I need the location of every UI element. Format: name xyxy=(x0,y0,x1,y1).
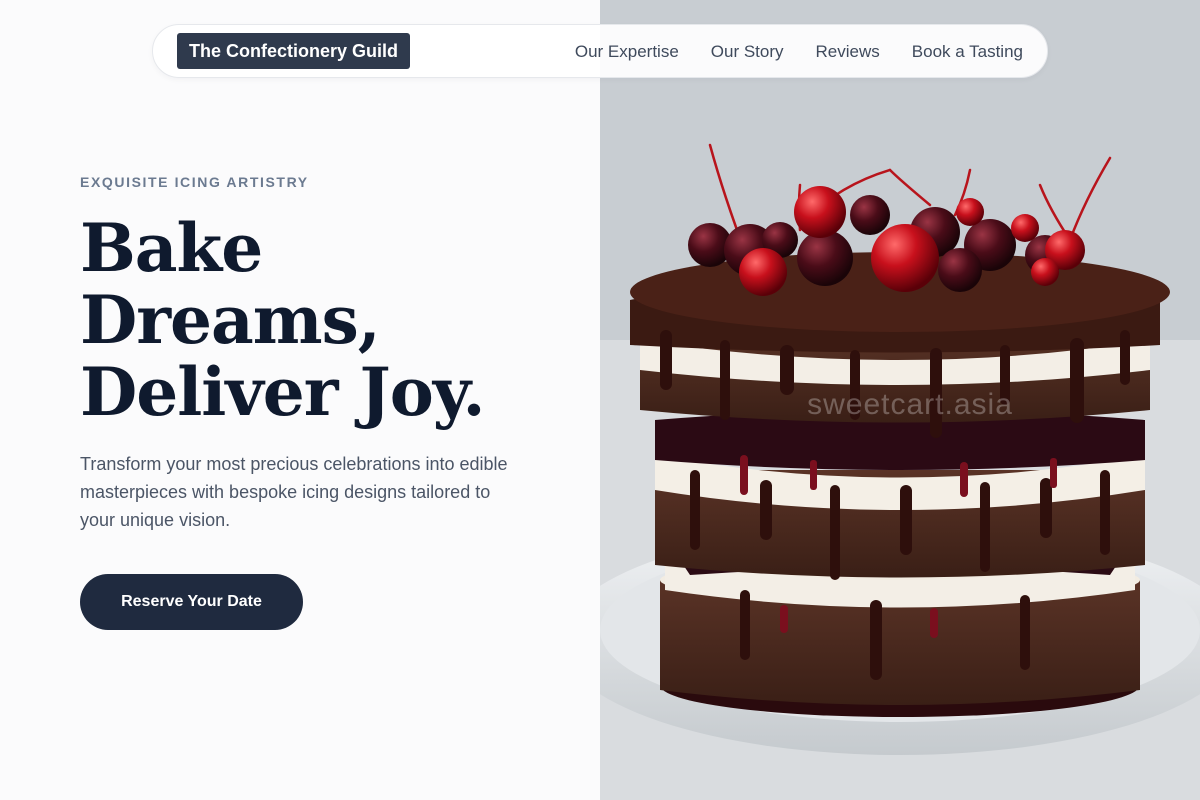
nav-link-our-expertise[interactable]: Our Expertise xyxy=(575,42,679,62)
hero-eyebrow: EXQUISITE ICING ARTISTRY xyxy=(80,174,309,190)
photo-watermark: sweetcart.asia xyxy=(807,388,1013,421)
top-navbar: The Confectionery Guild Our Expertise Ou… xyxy=(152,24,1048,78)
headline-line-2: Dreams, xyxy=(80,281,381,359)
nav-link-our-story[interactable]: Our Story xyxy=(711,42,784,62)
hero-headline: Bake Dreams, Deliver Joy. xyxy=(80,212,580,428)
headline-line-3: Deliver Joy. xyxy=(80,353,485,431)
nav-links: Our Expertise Our Story Reviews Book a T… xyxy=(575,25,1023,79)
brand-logo[interactable]: The Confectionery Guild xyxy=(177,33,411,69)
reserve-date-button[interactable]: Reserve Your Date xyxy=(80,574,303,630)
hero-description: Transform your most precious celebration… xyxy=(80,454,508,530)
nav-link-book-a-tasting[interactable]: Book a Tasting xyxy=(912,42,1023,62)
hero-cake-photo: sweetcart.asia xyxy=(600,0,1200,800)
nav-link-reviews[interactable]: Reviews xyxy=(816,42,880,62)
headline-line-1: Bake xyxy=(80,209,263,287)
